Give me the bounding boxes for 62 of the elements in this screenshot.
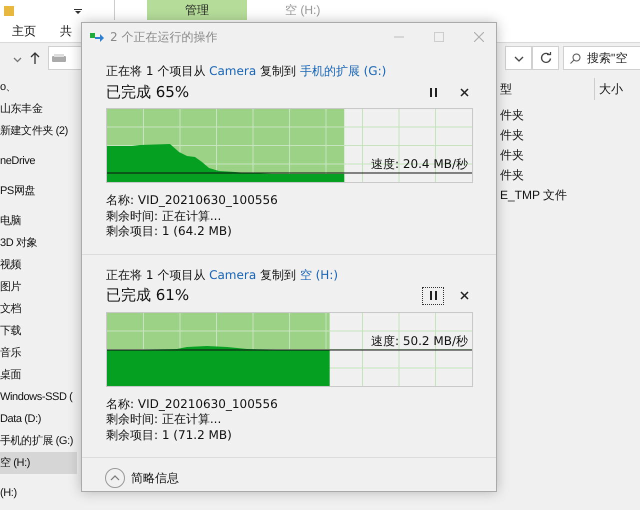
file-type-cell: 件夹 [500,128,524,142]
search-field[interactable]: 搜索"空 [563,46,640,70]
copy-description: 正在将 1 个项目从 Camera 复制到 手机的扩展 (G:) [106,63,388,79]
nav-item[interactable]: 音乐 [0,342,77,364]
nav-item[interactable]: 视频 [0,254,77,276]
progress-text: 已完成 65% [106,82,190,102]
nav-item[interactable]: 图片 [0,276,77,298]
nav-item[interactable]: Data (D:) [0,408,77,430]
nav-item[interactable]: Windows-SSD ( [0,386,77,408]
speed-label: 速度: 20.4 MB/秒 [370,156,468,173]
chevron-down-icon[interactable] [514,56,524,62]
ribbon-tab[interactable]: 共 [60,22,72,40]
folder-icon [4,4,14,16]
up-arrow-icon[interactable] [30,52,40,64]
nav-item[interactable]: 桌面 [0,364,77,386]
time-remaining: 剩余时间: 正在计算... [106,208,222,224]
items-remaining: 剩余项目: 1 (71.2 MB) [106,428,233,443]
source-link[interactable]: Camera [209,64,256,78]
destination-link[interactable]: 手机的扩展 (G:) [300,64,386,78]
nav-item[interactable]: 文档 [0,298,77,320]
file-type-cell: 件夹 [500,108,524,122]
file-type-cell: 件夹 [500,168,524,182]
destination-link[interactable]: 空 (H:) [300,268,338,282]
items-remaining: 剩余项目: 1 (64.2 MB) [106,224,233,240]
nav-item[interactable]: 新建文件夹 (2) [0,120,77,142]
speed-label: 速度: 50.2 MB/秒 [370,332,468,350]
file-type-cell: 件夹 [500,148,524,162]
pause-icon [430,88,436,96]
time-remaining: 剩余时间: 正在计算... [106,412,222,428]
search-icon [570,52,581,64]
nav-item[interactable]: 3D 对象 [0,232,77,254]
file-name: 名称: VID_20210630_100556 [106,193,279,208]
dropdown-arrow-icon[interactable] [74,8,82,14]
window-title: 2 个正在运行的操作 [110,28,218,46]
refresh-icon[interactable] [540,52,552,64]
chevron-up-icon [110,475,120,481]
source-link[interactable]: Camera [209,268,256,282]
nav-item[interactable]: 下载 [0,320,77,342]
nav-item[interactable]: neDrive [0,150,77,172]
column-header[interactable]: 型 [498,80,594,98]
details-toggle[interactable]: 简略信息 [131,470,179,486]
ribbon-tab[interactable]: 主页 [12,22,36,40]
drive-icon [52,54,66,62]
nav-item[interactable]: 空 (H:) [0,452,77,474]
nav-item[interactable]: 山东丰金 [0,98,77,120]
collapse-button[interactable] [105,468,125,488]
copy-icon [90,32,104,42]
nav-item[interactable]: (H:) [0,482,77,504]
nav-item[interactable]: PS网盘 [0,180,77,202]
ribbon-tab[interactable]: 管理 [147,0,247,20]
column-header[interactable]: 大小 [594,78,623,100]
nav-item[interactable]: 手机的扩展 (G:) [0,430,77,452]
pause-icon [430,291,436,300]
copy-description: 正在将 1 个项目从 Camera 复制到 空 (H:) [106,266,340,282]
close-icon[interactable] [460,291,469,300]
progress-text: 已完成 61% [106,286,190,305]
close-icon[interactable] [460,88,469,96]
pause-button[interactable] [422,286,444,304]
nav-item[interactable]: 电脑 [0,210,77,232]
nav-item[interactable]: o、 [0,76,77,98]
file-type-cell: E_TMP 文件 [500,188,568,202]
file-name: 名称: VID_20210630_100556 [106,396,279,412]
